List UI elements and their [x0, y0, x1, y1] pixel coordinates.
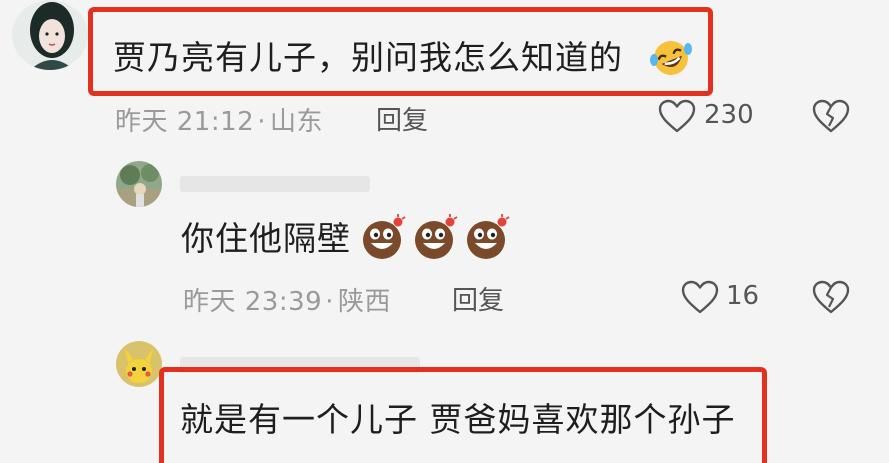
reply-button[interactable]: 回复	[376, 100, 428, 137]
dislike-broken-heart-icon[interactable]	[812, 99, 850, 137]
meta-separator: ·	[325, 287, 334, 317]
comment-location: 陕西	[337, 287, 391, 317]
comment-text: 就是有一个儿子 贾爸妈喜欢那个孙子	[180, 400, 736, 439]
like-count: 16	[726, 281, 760, 311]
avatar[interactable]	[116, 161, 162, 207]
like-count: 230	[704, 100, 754, 130]
comment-text: 你住他隔壁	[181, 219, 351, 258]
avatar[interactable]	[116, 341, 162, 387]
like-heart-icon[interactable]	[681, 280, 719, 318]
username-blurred	[180, 176, 370, 192]
rolling-laughing-emoji	[649, 38, 693, 78]
comment-location: 山东	[269, 107, 323, 137]
comment-text: 贾乃亮有儿子，别问我怎么知道的	[113, 38, 623, 77]
like-heart-icon[interactable]	[658, 99, 696, 137]
comment-meta: 昨天 23:39 · 陕西	[183, 281, 391, 318]
grinning-brown-emoji	[358, 213, 514, 262]
dislike-broken-heart-icon[interactable]	[812, 280, 850, 318]
comment-time: 昨天 23:39	[183, 287, 323, 317]
avatar[interactable]	[12, 0, 88, 70]
emoji-partial	[818, 455, 852, 463]
reply-button[interactable]: 回复	[452, 280, 504, 317]
meta-separator: ·	[257, 107, 266, 137]
comment-meta: 昨天 21:12 · 山东	[115, 101, 323, 138]
comment-time: 昨天 21:12	[115, 107, 255, 137]
